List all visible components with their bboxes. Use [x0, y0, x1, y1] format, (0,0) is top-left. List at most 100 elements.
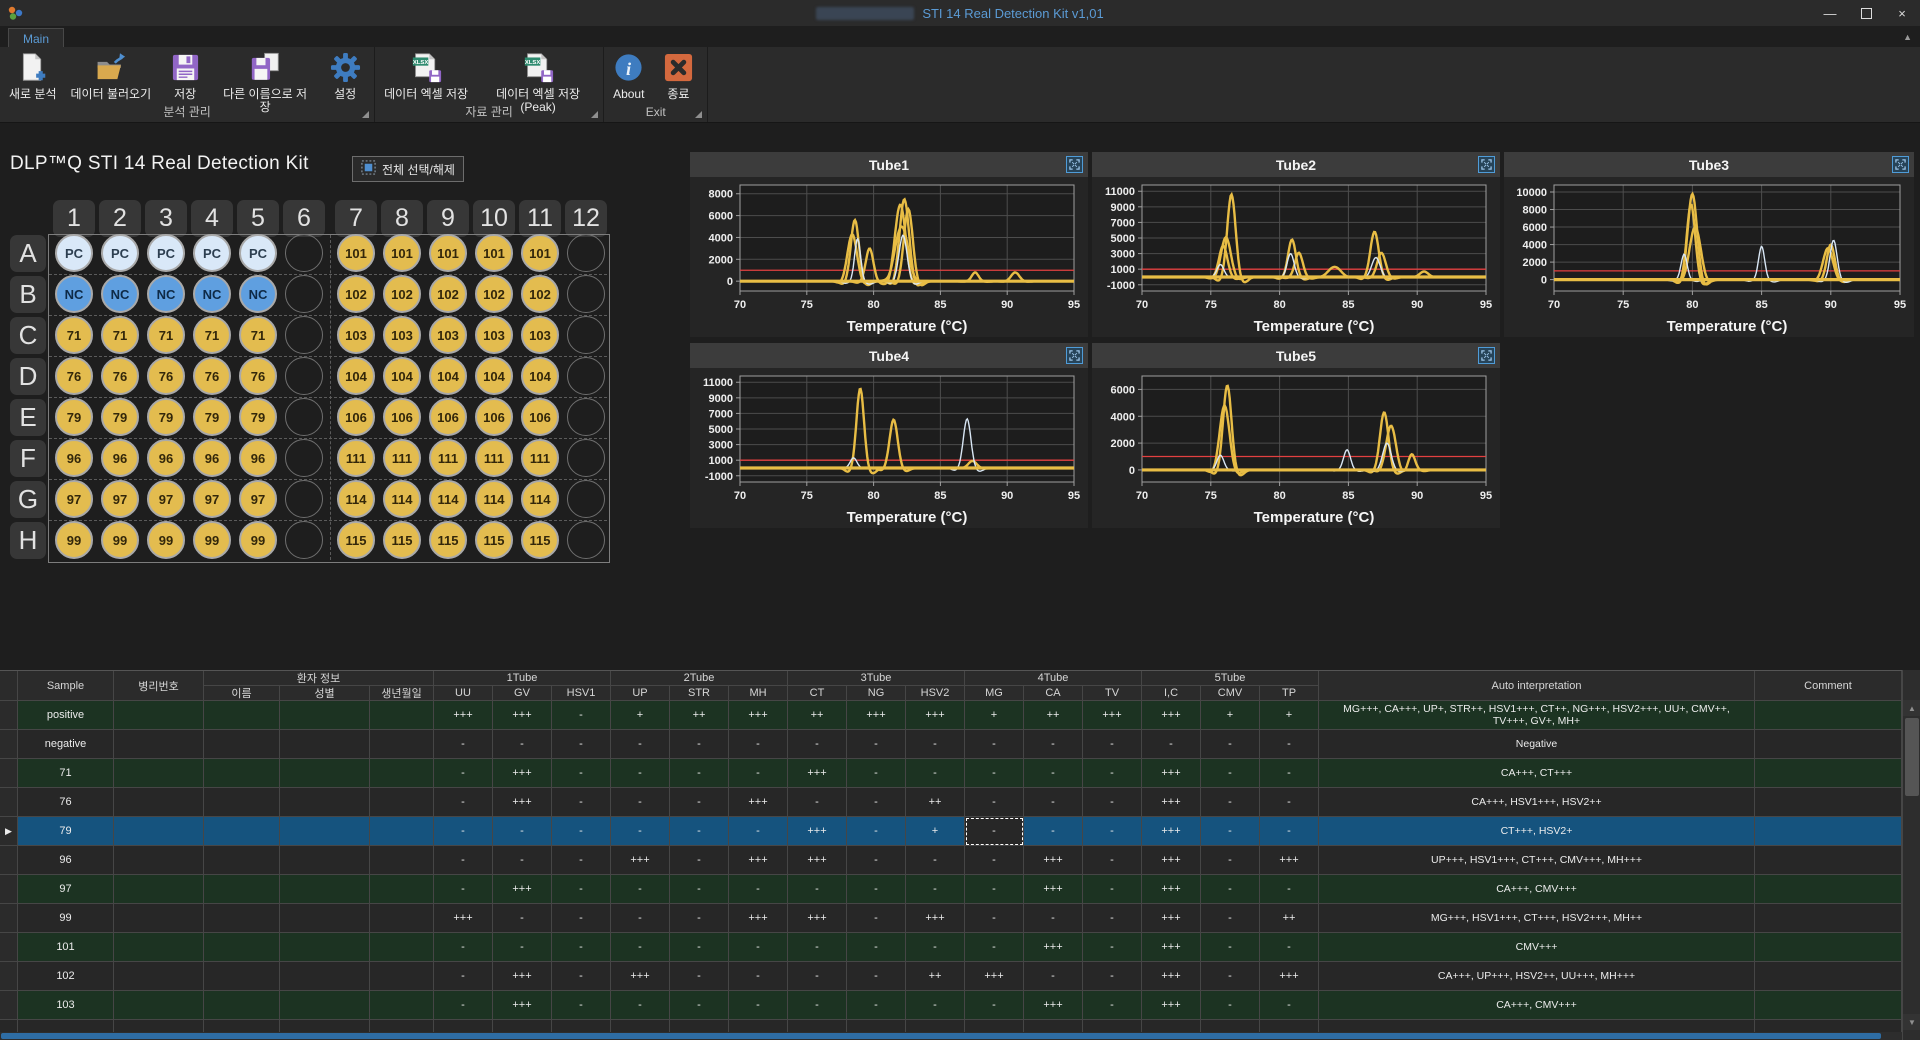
plate-row-header-F[interactable]: F — [10, 440, 46, 477]
cell-value-71-4[interactable]: - — [670, 759, 729, 788]
cell-value-101-6[interactable]: - — [788, 933, 847, 962]
cell-value-99-6[interactable]: +++ — [788, 904, 847, 933]
cell-sample-99[interactable]: 99 — [18, 904, 114, 933]
cell-name[interactable] — [204, 933, 280, 962]
col-header-hsv2[interactable]: HSV2 — [906, 686, 965, 701]
cell-sample-negative[interactable]: negative — [18, 730, 114, 759]
cell-value-103-14[interactable]: - — [1260, 991, 1319, 1020]
cell-value-99-5[interactable]: +++ — [729, 904, 788, 933]
cell-name[interactable] — [204, 962, 280, 991]
cell-value-negative-13[interactable]: - — [1201, 730, 1260, 759]
ribbon-button--[interactable]: XLSX 데이터 엑셀 저장 — [377, 49, 475, 104]
cell-value-97-5[interactable]: - — [729, 875, 788, 904]
cell-comment-71[interactable] — [1755, 759, 1902, 788]
cell-value-103-10[interactable]: +++ — [1024, 991, 1083, 1020]
plate-col-header-5[interactable]: 5 — [237, 200, 279, 237]
cell-value-71-14[interactable]: - — [1260, 759, 1319, 788]
cell-value-negative-1[interactable]: - — [493, 730, 552, 759]
cell-value-103-0[interactable]: - — [434, 991, 493, 1020]
cell-value-103-11[interactable]: - — [1083, 991, 1142, 1020]
cell-value-positive-12[interactable]: +++ — [1142, 701, 1201, 730]
col-header-cmv[interactable]: CMV — [1201, 686, 1260, 701]
tab-main[interactable]: Main — [8, 28, 65, 48]
cell-value-76-5[interactable]: +++ — [729, 788, 788, 817]
col-header-pathology-no[interactable]: 병리번호 — [114, 671, 204, 701]
cell-interpretation-99[interactable]: MG+++, HSV1+++, CT+++, HSV2+++, MH++ — [1319, 904, 1755, 933]
cell-value-97-11[interactable]: - — [1083, 875, 1142, 904]
cell-value-positive-11[interactable]: +++ — [1083, 701, 1142, 730]
cell-value-76-10[interactable]: - — [1024, 788, 1083, 817]
cell-value-76-12[interactable]: +++ — [1142, 788, 1201, 817]
cell-value-79-5[interactable]: - — [729, 817, 788, 846]
cell-value-101-0[interactable]: - — [434, 933, 493, 962]
well-A6[interactable] — [285, 234, 323, 272]
cell-value-negative-12[interactable]: - — [1142, 730, 1201, 759]
cell-value-76-2[interactable]: - — [552, 788, 611, 817]
cell-value-97-1[interactable]: +++ — [493, 875, 552, 904]
plate-row-header-H[interactable]: H — [10, 522, 46, 559]
well-D10[interactable]: 104 — [475, 357, 513, 395]
well-G5[interactable]: 97 — [239, 480, 277, 518]
cell-value-negative-9[interactable]: - — [965, 730, 1024, 759]
cell-gender[interactable] — [280, 962, 370, 991]
well-A8[interactable]: 101 — [383, 234, 421, 272]
cell-birthdate[interactable] — [370, 817, 434, 846]
well-H10[interactable]: 115 — [475, 521, 513, 559]
cell-value-96-3[interactable]: +++ — [611, 846, 670, 875]
well-G2[interactable]: 97 — [101, 480, 139, 518]
col-header-ng[interactable]: NG — [847, 686, 906, 701]
cell-value-71-13[interactable]: - — [1201, 759, 1260, 788]
plate-col-header-6[interactable]: 6 — [283, 200, 325, 237]
col-header-auto-interpretation[interactable]: Auto interpretation — [1319, 671, 1755, 701]
col-header-mh[interactable]: MH — [729, 686, 788, 701]
cell-value-76-13[interactable]: - — [1201, 788, 1260, 817]
cell-value-96-11[interactable]: - — [1083, 846, 1142, 875]
col-header-comment[interactable]: Comment — [1755, 671, 1902, 701]
cell-value-96-13[interactable]: - — [1201, 846, 1260, 875]
cell-value-101-9[interactable]: - — [965, 933, 1024, 962]
plate-col-header-11[interactable]: 11 — [519, 200, 561, 237]
well-H9[interactable]: 115 — [429, 521, 467, 559]
cell-sample-97[interactable]: 97 — [18, 875, 114, 904]
hscrollbar-thumb[interactable] — [1, 1033, 1881, 1039]
cell-value-71-3[interactable]: - — [611, 759, 670, 788]
cell-value-102-3[interactable]: +++ — [611, 962, 670, 991]
col-header-ca[interactable]: CA — [1024, 686, 1083, 701]
cell-value-negative-0[interactable]: - — [434, 730, 493, 759]
well-B3[interactable]: NC — [147, 275, 185, 313]
well-G12[interactable] — [567, 480, 605, 518]
well-H6[interactable] — [285, 521, 323, 559]
cell-value-102-13[interactable]: - — [1201, 962, 1260, 991]
well-B4[interactable]: NC — [193, 275, 231, 313]
cell-value-positive-5[interactable]: +++ — [729, 701, 788, 730]
cell-value-103-12[interactable]: +++ — [1142, 991, 1201, 1020]
well-C10[interactable]: 103 — [475, 316, 513, 354]
well-E2[interactable]: 79 — [101, 398, 139, 436]
well-H2[interactable]: 99 — [101, 521, 139, 559]
cell-value-negative-4[interactable]: - — [670, 730, 729, 759]
cell-value-76-7[interactable]: - — [847, 788, 906, 817]
cell-value-97-12[interactable]: +++ — [1142, 875, 1201, 904]
expand-chart-icon[interactable] — [1066, 347, 1083, 364]
cell-value-102-5[interactable]: - — [729, 962, 788, 991]
cell-comment-102[interactable] — [1755, 962, 1902, 991]
cell-value-97-7[interactable]: - — [847, 875, 906, 904]
cell-birthdate[interactable] — [370, 759, 434, 788]
ribbon-group-launcher-icon[interactable] — [591, 111, 599, 118]
cell-value-96-1[interactable]: - — [493, 846, 552, 875]
cell-value-71-8[interactable]: - — [906, 759, 965, 788]
well-H4[interactable]: 99 — [193, 521, 231, 559]
cell-birthdate[interactable] — [370, 933, 434, 962]
cell-comment-103[interactable] — [1755, 991, 1902, 1020]
col-header-ct[interactable]: CT — [788, 686, 847, 701]
well-G3[interactable]: 97 — [147, 480, 185, 518]
cell-value-103-6[interactable]: - — [788, 991, 847, 1020]
cell-gender[interactable] — [280, 788, 370, 817]
scrollbar-down-icon[interactable]: ▼ — [1903, 1014, 1920, 1030]
well-H8[interactable]: 115 — [383, 521, 421, 559]
cell-value-96-7[interactable]: - — [847, 846, 906, 875]
cell-value-102-0[interactable]: - — [434, 962, 493, 991]
cell-value-102-12[interactable]: +++ — [1142, 962, 1201, 991]
cell-value-negative-10[interactable]: - — [1024, 730, 1083, 759]
cell-value-102-9[interactable]: +++ — [965, 962, 1024, 991]
